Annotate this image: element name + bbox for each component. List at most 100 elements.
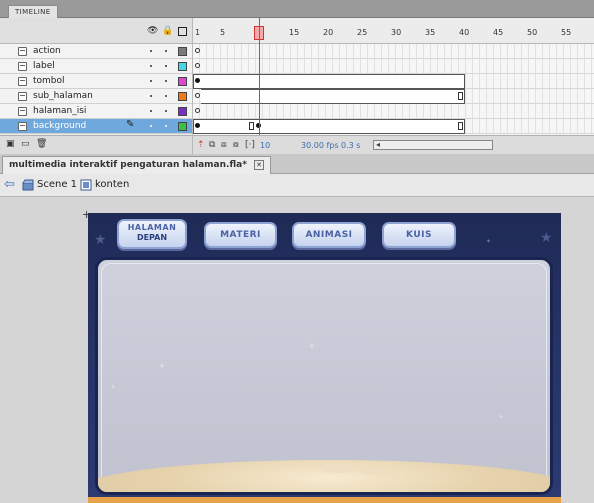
outline-color-swatch[interactable] <box>178 47 187 56</box>
ruler-number: 1 <box>195 28 201 37</box>
frame-row-label[interactable] <box>193 59 594 74</box>
document-tab[interactable]: multimedia interaktif pengaturan halaman… <box>2 156 272 174</box>
star-decoration: ★ <box>540 230 553 246</box>
visibility-dot[interactable] <box>150 50 152 52</box>
new-folder-icon[interactable]: ▭ <box>21 140 30 149</box>
delete-layer-icon[interactable]: 🗑 <box>36 140 47 149</box>
outline-color-swatch[interactable] <box>178 107 187 116</box>
frame-row-background[interactable] <box>193 119 594 134</box>
back-arrow-icon[interactable]: ⇦ <box>4 178 15 191</box>
keyframe-empty[interactable] <box>195 93 200 98</box>
lock-dot[interactable] <box>165 110 167 112</box>
layer-icon <box>18 122 27 131</box>
visibility-dot[interactable] <box>150 65 152 67</box>
kuis-button[interactable]: KUIS <box>382 222 456 248</box>
frame-span[interactable] <box>193 119 465 134</box>
lock-dot[interactable] <box>165 50 167 52</box>
content-panel-inner <box>101 263 547 489</box>
halaman-depan-button[interactable]: HALAMAN DEPAN <box>117 219 187 249</box>
ruler-number: 55 <box>561 28 572 37</box>
keyframe-full[interactable] <box>195 123 200 128</box>
lock-dot[interactable] <box>165 65 167 67</box>
frame-end-marker[interactable] <box>458 122 463 130</box>
frame-row-tombol[interactable] <box>193 74 594 89</box>
frame-row-action[interactable] <box>193 44 594 59</box>
onion-markers-icon[interactable]: [·] <box>245 140 255 150</box>
star-decoration: ✦ <box>308 342 316 352</box>
edit-multiple-icon[interactable]: ⧇ <box>233 140 239 150</box>
lock-icon[interactable]: 🔒 <box>162 27 173 36</box>
layer-icon <box>18 62 27 71</box>
stage-bottom-edge <box>88 497 561 503</box>
layer-row-sub-halaman[interactable]: sub_halaman <box>0 89 192 104</box>
scroll-left-icon[interactable]: ◂ <box>376 140 380 149</box>
lock-dot[interactable] <box>165 80 167 82</box>
close-icon[interactable]: ✕ <box>254 159 265 170</box>
layer-toolbar: ▣ ▭ 🗑 <box>0 135 192 154</box>
center-frame-icon[interactable]: ⇡ <box>197 140 205 150</box>
outline-color-swatch[interactable] <box>178 122 187 131</box>
frame-row-halaman-isi[interactable] <box>193 104 594 119</box>
playhead[interactable] <box>259 18 260 135</box>
eye-icon[interactable]: 👁 <box>147 27 158 36</box>
outline-icon[interactable] <box>178 27 187 36</box>
outline-color-swatch[interactable] <box>178 92 187 101</box>
timeline-scrollbar[interactable]: ◂ <box>373 140 493 150</box>
visibility-dot[interactable] <box>150 125 152 127</box>
layer-row-tombol[interactable]: tombol <box>0 74 192 89</box>
scene-icon <box>22 179 34 191</box>
lock-dot[interactable] <box>165 95 167 97</box>
ruler-number: 35 <box>425 28 436 37</box>
layer-row-background[interactable]: background ✎ <box>0 119 192 134</box>
frame-rate[interactable]: 30.00 fps <box>301 141 339 150</box>
visibility-dot[interactable] <box>150 110 152 112</box>
frame-ruler[interactable]: 1 5 10 15 20 25 30 35 40 45 50 55 <box>193 18 594 44</box>
layer-row-halaman-isi[interactable]: halaman_isi <box>0 104 192 119</box>
keyframe-full[interactable] <box>195 78 200 83</box>
keyframe-empty[interactable] <box>195 63 200 68</box>
keyframe-empty[interactable] <box>195 108 200 113</box>
visibility-dot[interactable] <box>150 80 152 82</box>
onion-outline-icon[interactable]: ⧈ <box>221 140 227 150</box>
ruler-number: 25 <box>357 28 368 37</box>
animasi-button[interactable]: ANIMASI <box>292 222 366 248</box>
ruler-number: 15 <box>289 28 300 37</box>
keyframe-empty[interactable] <box>195 48 200 53</box>
lock-dot[interactable] <box>165 125 167 127</box>
frame-grid[interactable]: 1 5 10 15 20 25 30 35 40 45 50 55 <box>192 18 594 154</box>
outline-color-swatch[interactable] <box>178 77 187 86</box>
outline-color-swatch[interactable] <box>178 62 187 71</box>
star-decoration: ✦ <box>110 383 116 391</box>
layer-list: 👁 🔒 action label tombol sub_halaman hala… <box>0 18 192 154</box>
frame-span[interactable] <box>193 74 465 89</box>
layer-name: background <box>33 121 87 131</box>
stage[interactable]: ★ ★ ✦ HALAMAN DEPAN MATERI ANIMASI KUIS … <box>88 213 561 503</box>
layer-name: tombol <box>33 76 65 86</box>
breadcrumb-scene[interactable]: Scene 1 <box>37 179 77 191</box>
elapsed-time: 0.3 s <box>341 141 361 150</box>
star-decoration: ✦ <box>486 238 492 245</box>
timeline-panel: 👁 🔒 action label tombol sub_halaman hala… <box>0 18 594 154</box>
new-layer-icon[interactable]: ▣ <box>6 140 15 149</box>
frame-span[interactable] <box>201 89 465 104</box>
visibility-dot[interactable] <box>150 95 152 97</box>
breadcrumb: ⇦ Scene 1 konten <box>0 174 594 197</box>
frame-row-sub-halaman[interactable] <box>193 89 594 104</box>
layer-row-action[interactable]: action <box>0 44 192 59</box>
button-label: HALAMAN <box>127 223 177 232</box>
document-title: multimedia interaktif pengaturan halaman… <box>9 160 247 170</box>
ruler-number: 50 <box>527 28 538 37</box>
breadcrumb-symbol[interactable]: konten <box>95 179 129 191</box>
layer-row-label[interactable]: label <box>0 59 192 74</box>
star-decoration: ★ <box>94 232 107 248</box>
layer-name: label <box>33 61 55 71</box>
frame-end-marker[interactable] <box>249 122 254 130</box>
frame-end-marker[interactable] <box>458 92 463 100</box>
layer-icon <box>18 47 27 56</box>
button-label: KUIS <box>406 230 432 240</box>
timeline-tab-bar: TIMELINE <box>0 0 594 18</box>
timeline-tab[interactable]: TIMELINE <box>8 5 58 18</box>
materi-button[interactable]: MATERI <box>204 222 277 248</box>
content-panel: ✦ ✦ ✦ ✦ <box>95 257 553 495</box>
onion-skin-icon[interactable]: ⧉ <box>209 140 215 150</box>
